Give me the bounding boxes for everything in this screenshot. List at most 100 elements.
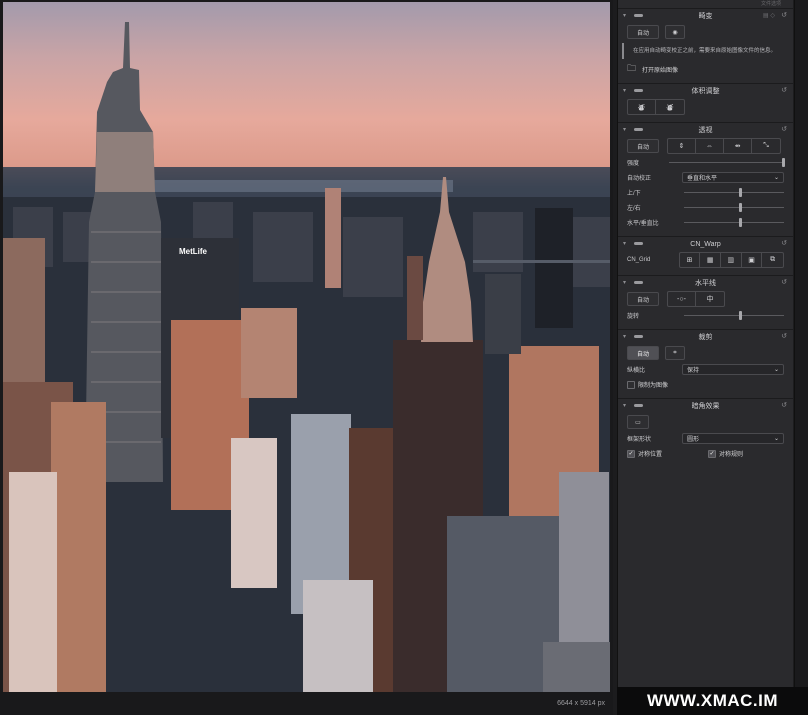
horizontal-label: 左/右 [627,206,641,212]
grid-ninths-icon[interactable]: ▦ [700,253,722,267]
slider-knob[interactable] [739,188,742,197]
horizontal-correct-icon[interactable]: ⇔ [696,139,724,153]
vertical-correct-icon[interactable]: ⇕ [668,139,696,153]
chevron-down-icon[interactable]: ▾ [623,87,626,94]
section-crop: ▾ 裁剪 ↺ 自动 ⌗ 纵横比 保持 ⌄ 限制为图像 [618,329,793,398]
chevron-down-icon[interactable]: ▾ [623,402,626,409]
full-correct-icon[interactable]: ⇴ [724,139,752,153]
section-toggle[interactable] [634,335,643,338]
folder-icon: 🗀 [627,63,637,73]
section-toggle[interactable] [634,128,643,131]
section-title: 体积调整 [691,88,720,95]
grid-quarter-icon[interactable]: ⊞ [680,253,701,267]
auto-correct-select[interactable]: 垂直和水平 ⌄ [682,172,784,183]
crop-auto-button[interactable]: 自动 [627,346,659,360]
level-line-icon[interactable]: -○- [668,292,696,306]
slider-knob[interactable] [781,158,785,167]
distortion-auto-button[interactable]: 自动 [627,25,659,39]
section-header-warp[interactable]: ▾ CN_Warp ↺ [618,237,793,251]
vertical-label: 上/下 [627,191,641,197]
section-toggle[interactable] [634,404,643,407]
strength-row: 强度 [618,155,793,170]
grid-solid-icon[interactable]: ▣ [742,253,763,267]
auto-correct-row: 自动校正 垂直和水平 ⌄ [618,170,793,185]
watermark: WWW.XMAC.IM [617,687,808,715]
section-toggle[interactable] [634,242,643,245]
rotate-slider[interactable] [684,311,784,320]
ratio-slider[interactable] [684,218,784,227]
section-toggle[interactable] [634,14,643,17]
crop-tool-button[interactable]: ⌗ [665,346,685,360]
ratio-row: 水平/垂直比 [618,215,793,230]
grid-fine-icon[interactable]: ▥ [721,253,742,267]
chevron-down-icon[interactable]: ▾ [623,279,626,286]
frame-icon: ▭ [635,419,641,426]
city-skyline-image: MetLife [3,22,610,692]
shape-label: 框架形状 [627,437,652,443]
metlife-sign: MetLife [179,247,208,256]
crop-icon: ⌗ [673,349,677,356]
reset-icon[interactable]: ↺ [781,401,787,409]
reset-icon[interactable]: ↺ [781,86,787,94]
grid-buttons[interactable]: ⊞ ▦ ▥ ▣ ⧉ [678,252,784,268]
section-header-vignette[interactable]: ▾ 暗角效果 ↺ [618,399,793,413]
preset-icon[interactable]: ▤ ◇ [763,12,775,19]
person-edit-icon[interactable]: ⛇ [656,100,684,114]
slider-knob[interactable] [739,218,742,227]
section-toggle[interactable] [634,89,643,92]
section-header-distortion[interactable]: ▾ 畸变 ▤ ◇ ↺ [618,9,793,23]
shape-value: 圆形 [687,437,700,443]
image-canvas[interactable]: MetLife 6644 x 5914 px [0,0,613,715]
chevron-down-icon[interactable]: ▾ [623,126,626,133]
vignette-frame-button[interactable]: ▭ [627,415,649,429]
horizon-mode-buttons[interactable]: -○- 中 [667,291,725,307]
section-perspective: ▾ 透视 ↺ 自动 ⇕ ⇔ ⇴ ⤡ 强度 自动校正 垂直和水平 ⌄ 上/下 左/… [618,122,793,236]
section-header-lens-geometry[interactable]: ▾ 体积调整 ↺ [618,84,793,98]
perspective-auto-button[interactable]: 自动 [627,139,659,153]
strength-slider[interactable] [669,158,785,167]
panel-scrollbar[interactable] [794,0,808,715]
reset-icon[interactable]: ↺ [781,125,787,133]
reset-icon[interactable]: ↺ [781,278,787,286]
section-header-perspective[interactable]: ▾ 透视 ↺ [618,123,793,137]
limit-checkbox[interactable] [627,380,635,389]
section-header-horizon[interactable]: ▾ 水平线 ↺ [618,276,793,290]
slider-knob[interactable] [739,203,742,212]
chevron-down-icon[interactable]: ▾ [623,240,626,247]
shape-select[interactable]: 圆形 ⌄ [682,433,784,444]
level-cross-icon[interactable]: 中 [696,292,724,306]
auto-correct-value: 垂直和水平 [687,176,718,182]
reset-icon[interactable]: ↺ [781,11,787,19]
aspect-select[interactable]: 保持 ⌄ [682,364,784,375]
lens-profile-button[interactable]: ◉ [665,25,685,39]
vertical-row: 上/下 [618,185,793,200]
aspect-row: 纵横比 保持 ⌄ [618,362,793,377]
geometry-mode-toggle[interactable]: ⛇ ⛇ [627,99,685,115]
open-raw-link[interactable]: 打开原始图像 [642,65,678,74]
slider-knob[interactable] [739,311,742,320]
section-toggle[interactable] [634,281,643,284]
grid-edit-icon[interactable]: ⧉ [762,253,783,267]
image-dimensions: 6644 x 5914 px [557,700,605,707]
section-title: 透视 [698,127,713,134]
section-title: CN_Warp [690,240,721,248]
person-portrait-icon[interactable]: ⛇ [628,100,656,114]
distortion-info-text: 在应用自动畸变校正之前，需要来自原始图像文件的信息。 [622,43,793,59]
chevron-down-icon[interactable]: ▾ [623,333,626,340]
section-header-crop[interactable]: ▾ 裁剪 ↺ [618,330,793,344]
section-horizon: ▾ 水平线 ↺ 自动 -○- 中 旋转 [618,275,793,329]
section-distortion: ▾ 畸变 ▤ ◇ ↺ 自动 ◉ 在应用自动畸变校正之前，需要来自原始图像文件的信… [618,8,793,83]
sym-pos-checkbox[interactable]: ✓ [627,449,635,458]
chevron-down-icon[interactable]: ▾ [623,12,626,19]
photo-preview[interactable]: MetLife [3,2,610,692]
horizon-auto-button[interactable]: 自动 [627,292,659,306]
reset-icon[interactable]: ↺ [781,239,787,247]
rotate-label: 旋转 [627,314,640,320]
sym-size-checkbox[interactable]: ✓ [708,449,716,458]
vertical-slider[interactable] [684,188,784,197]
perspective-mode-buttons[interactable]: ⇕ ⇔ ⇴ ⤡ [667,138,781,154]
horizontal-slider[interactable] [684,203,784,212]
reset-icon[interactable]: ↺ [781,332,787,340]
aspect-value: 保持 [687,368,700,374]
guided-correct-icon[interactable]: ⤡ [752,139,780,153]
